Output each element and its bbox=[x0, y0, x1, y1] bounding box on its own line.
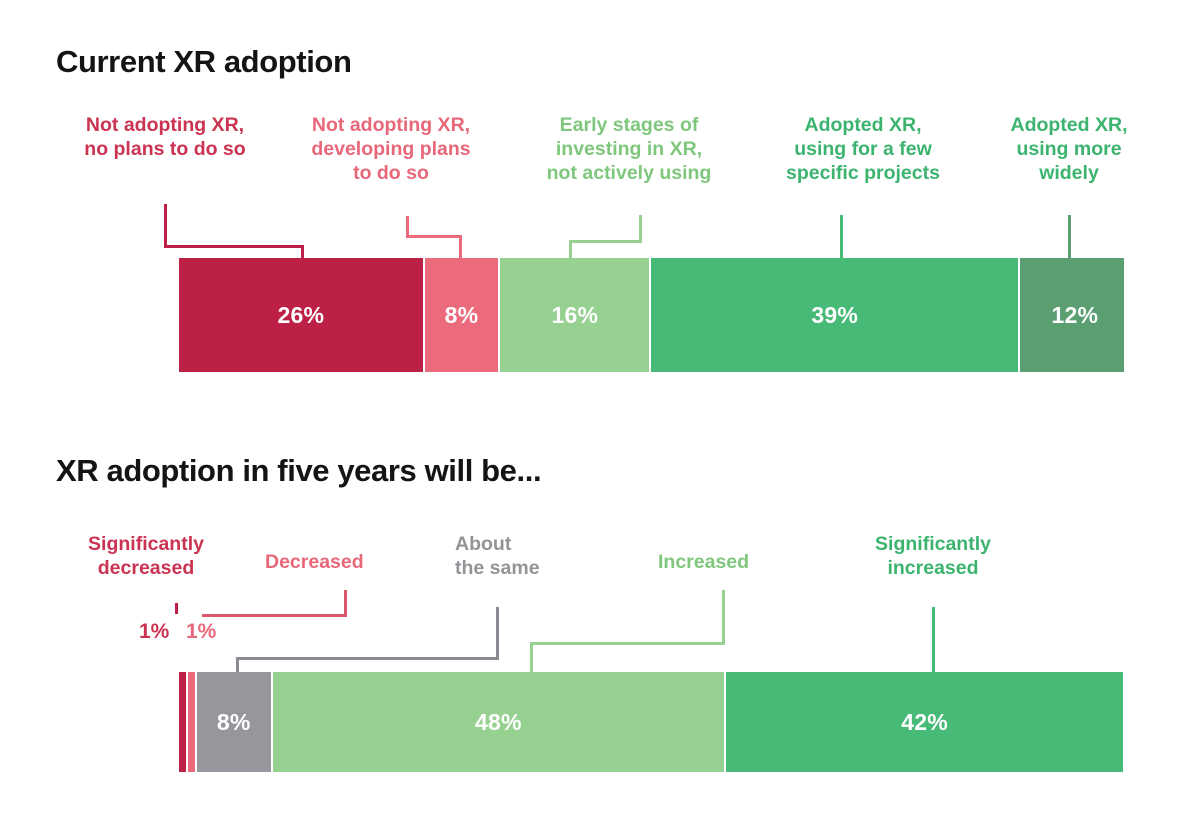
bar-segment-value: 26% bbox=[277, 301, 325, 328]
infographic-root: Current XR adoption Not adopting XR, no … bbox=[0, 0, 1200, 836]
bar-segment-value: 8% bbox=[216, 708, 251, 735]
bar-segment-adopted-more-widely[interactable]: 12% bbox=[1020, 258, 1124, 372]
bar-segment-value: 42% bbox=[901, 708, 948, 735]
chart-2-stacked-bar: 1% 1% 8% 48% 42% bbox=[179, 672, 1124, 772]
chart-2-title: XR adoption in five years will be... bbox=[56, 453, 542, 488]
bar-segment-value: 16% bbox=[551, 301, 599, 328]
callout-label-not-adopting-developing-plans: Not adopting XR, developing plans to do … bbox=[311, 114, 471, 184]
callout-label-increased: Increased bbox=[658, 551, 750, 573]
bar-segment-early-stages[interactable]: 16% bbox=[500, 258, 652, 372]
callout-label-decreased: Decreased bbox=[265, 551, 364, 573]
callout-label-not-adopting-no-plans: Not adopting XR, no plans to do so bbox=[84, 114, 246, 160]
bar-segment-increased[interactable]: 48% bbox=[272, 672, 727, 772]
callout-label-early-stages: Early stages of investing in XR, not act… bbox=[546, 114, 712, 184]
bar-segment-significantly-decreased[interactable]: 1% bbox=[179, 672, 188, 772]
value-label-decreased: 1% bbox=[186, 620, 217, 643]
bar-segment-adopted-few-projects[interactable]: 39% bbox=[651, 258, 1021, 372]
bar-segment-value: 39% bbox=[811, 301, 859, 328]
bar-segment-not-adopting-developing-plans[interactable]: 8% bbox=[424, 258, 501, 372]
bar-segment-significantly-increased[interactable]: 42% bbox=[726, 672, 1124, 772]
bar-segment-not-adopting-no-plans[interactable]: 26% bbox=[179, 258, 425, 372]
callout-label-significantly-increased: Significantly increased bbox=[875, 533, 991, 579]
bar-segment-value: 48% bbox=[475, 708, 522, 735]
callout-label-adopted-more-widely: Adopted XR, using more widely bbox=[1010, 114, 1128, 184]
bar-segment-about-the-same[interactable]: 8% bbox=[196, 672, 273, 772]
callout-label-about-the-same: About the same bbox=[455, 533, 540, 579]
chart-1-title: Current XR adoption bbox=[56, 44, 352, 79]
chart-1-stacked-bar: 26% 8% 16% 39% 12% bbox=[179, 258, 1124, 372]
callout-label-significantly-decreased: Significantly decreased bbox=[88, 533, 204, 579]
bar-segment-value: 8% bbox=[444, 301, 479, 328]
bar-segment-value: 12% bbox=[1051, 301, 1099, 328]
value-label-significantly-decreased: 1% bbox=[139, 620, 170, 643]
bar-segment-decreased[interactable]: 1% bbox=[187, 672, 197, 772]
callout-label-adopted-few-projects: Adopted XR, using for a few specific pro… bbox=[786, 114, 940, 184]
